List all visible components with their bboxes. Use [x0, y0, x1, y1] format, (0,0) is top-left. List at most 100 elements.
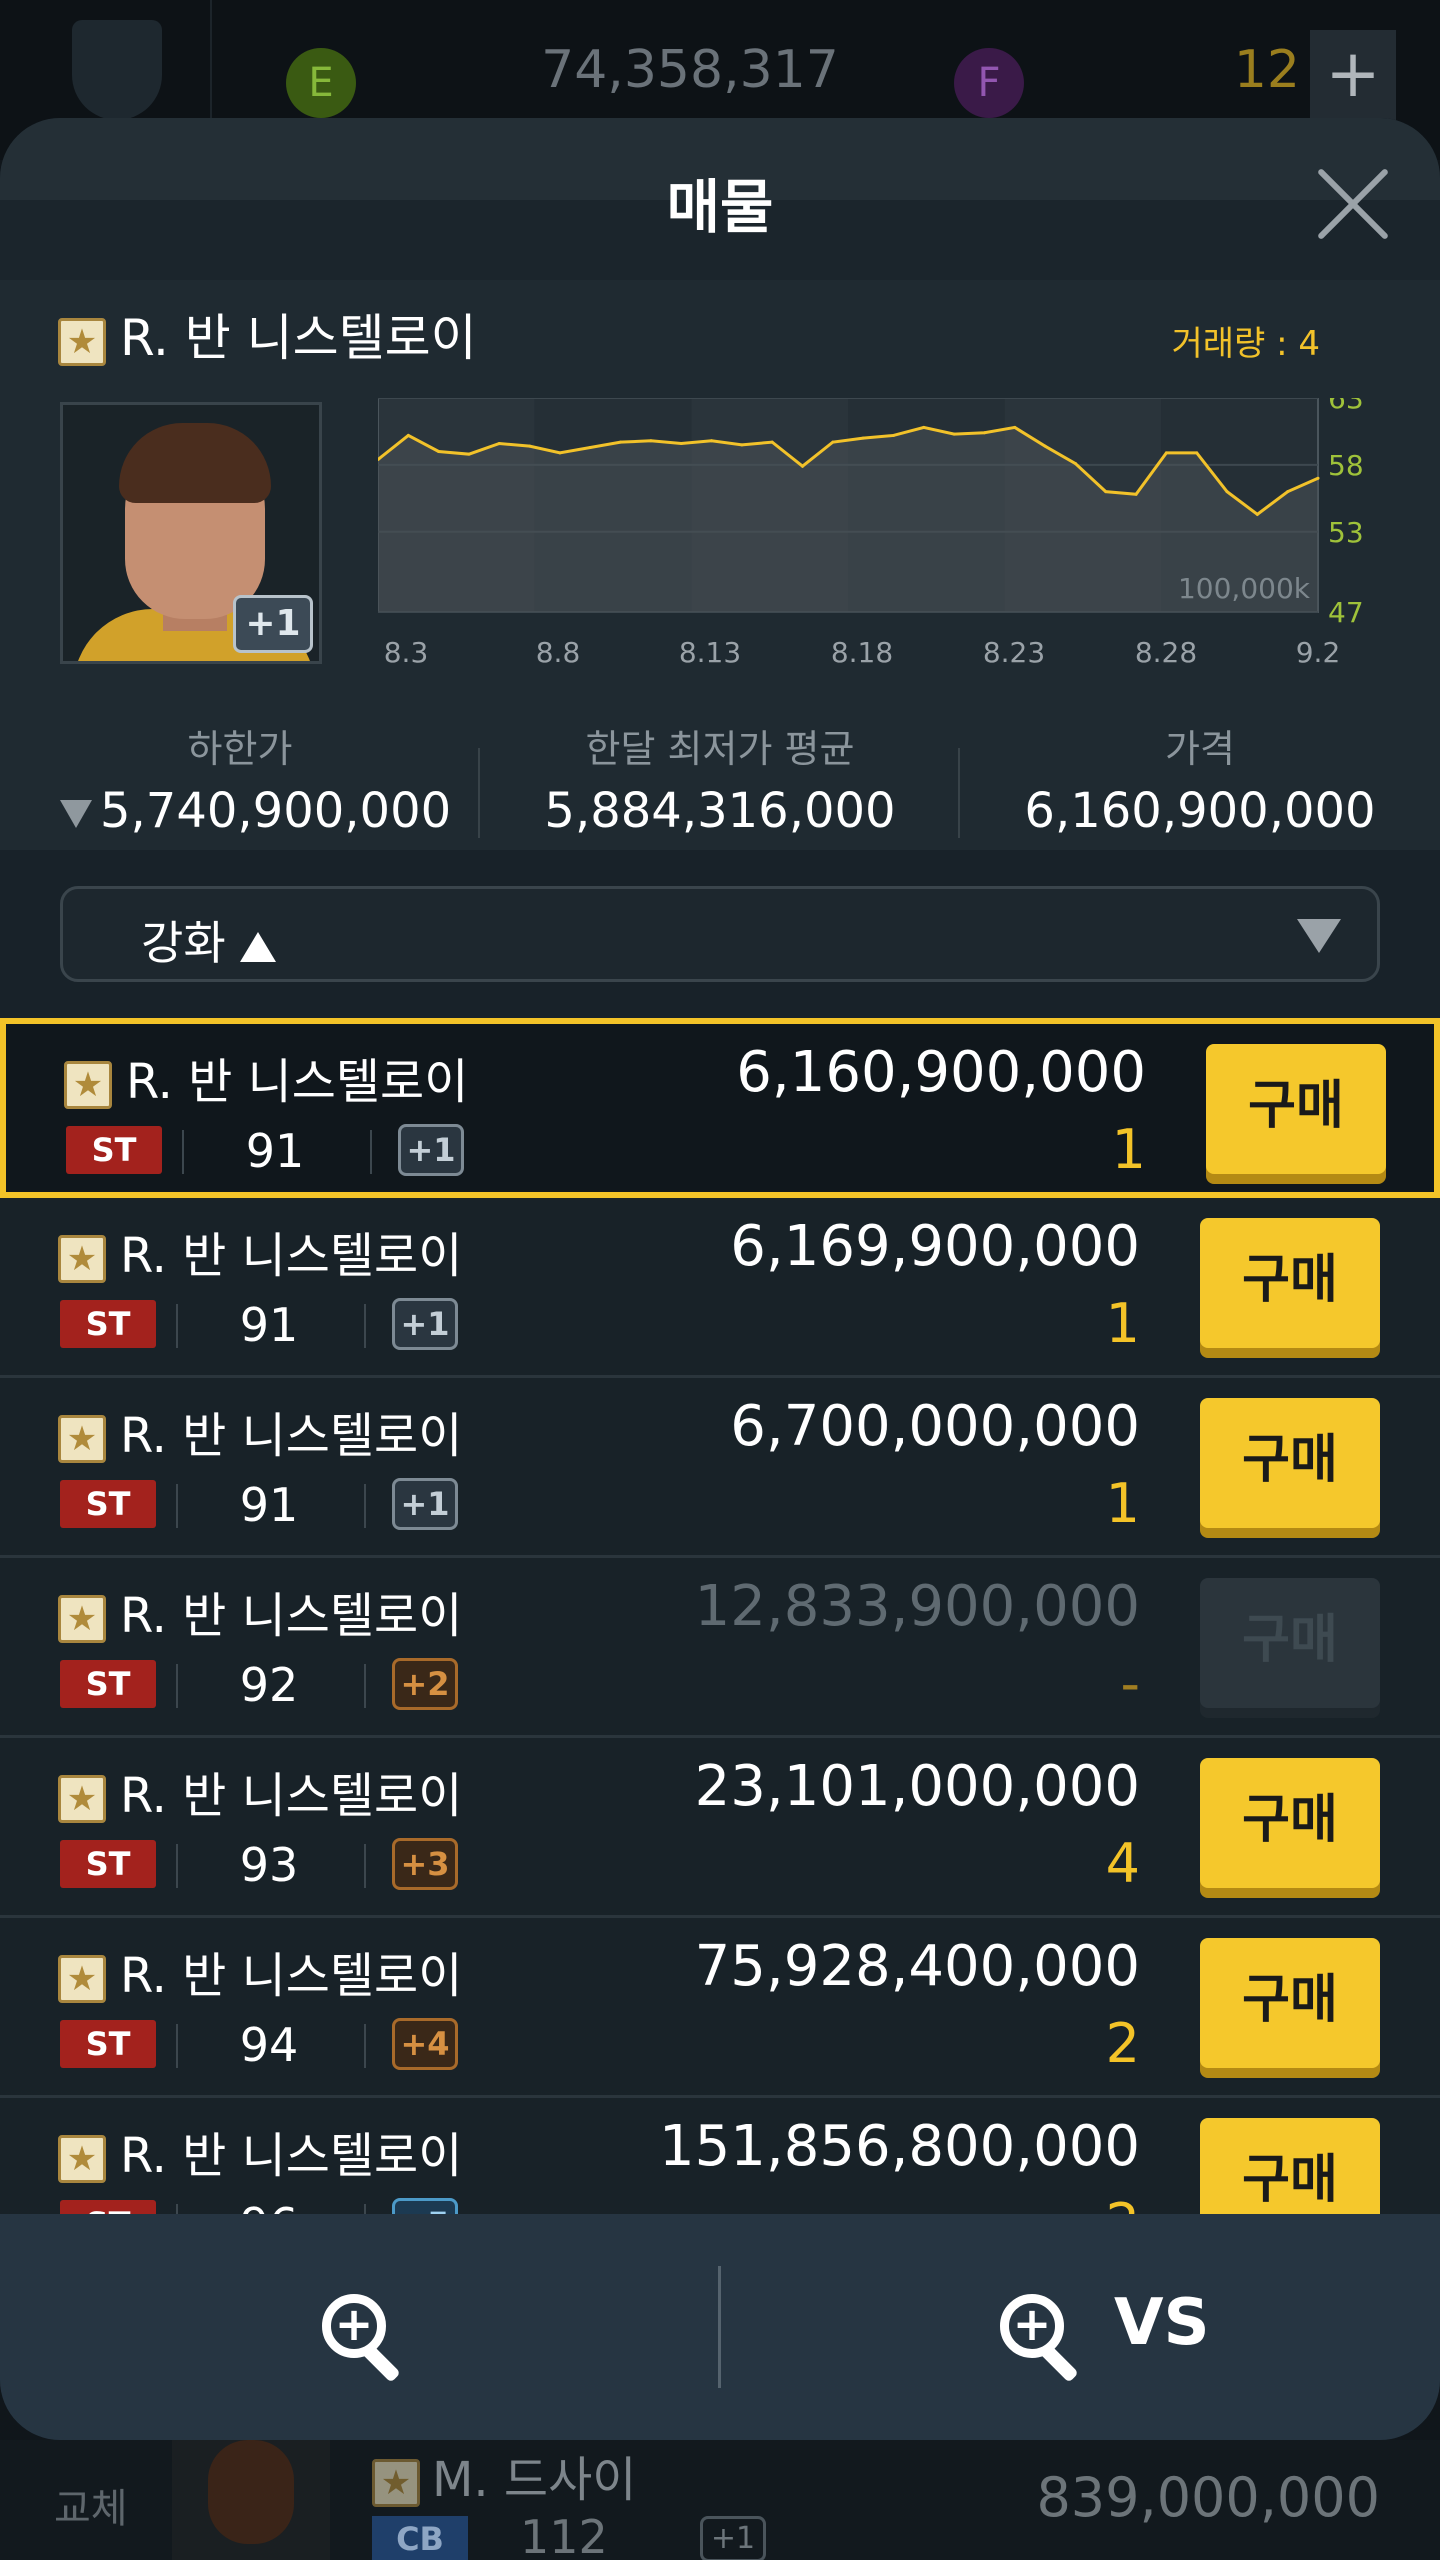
price-value: 6,160,900,000 — [1024, 783, 1376, 839]
star-card-icon — [58, 1955, 106, 2003]
manager-avatar-icon[interactable] — [72, 20, 162, 120]
overall-rating: 91 — [245, 1124, 305, 1178]
star-card-icon — [64, 1061, 112, 1109]
price-chart: 100,000k 63 58 53 47 8.3 8.8 8.13 8.18 8.23 8.28 9.… — [378, 398, 1378, 728]
substitute-price: 839,000,000 — [1036, 2466, 1380, 2529]
listing-name-text: R. 반 니스텔로이 — [120, 1948, 463, 2004]
buy-button[interactable]: 구매 — [1200, 1758, 1380, 1888]
overall-rating: 92 — [239, 1658, 299, 1712]
chart-y-tick: 58 — [1328, 449, 1364, 482]
buy-button[interactable]: 구매 — [1206, 1044, 1386, 1174]
position-badge: ST — [66, 1126, 162, 1174]
enhance-badge: +5 — [392, 2198, 458, 2214]
player-info-panel: R. 반 니스텔로이 거래량 : 4 +1 100,000k 63 58 53 47 8.… — [0, 280, 1440, 850]
star-card-icon — [58, 1235, 106, 1283]
modal-header: 매물 — [0, 118, 1440, 280]
listing-name: R. 반 니스텔로이 — [58, 1576, 462, 1646]
chart-point — [1255, 512, 1259, 516]
enhance-badge: +2 — [392, 1658, 458, 1710]
chart-point — [1195, 451, 1199, 455]
sort-label-text: 강화 — [141, 916, 226, 970]
listing-row[interactable]: R. 반 니스텔로이 ST 93 +3 23,101,000,000 4 구매 — [0, 1738, 1440, 1918]
listing-quantity: 1 — [1105, 1472, 1140, 1535]
listing-quantity: - — [1120, 1652, 1141, 1715]
star-card-icon — [372, 2459, 420, 2507]
substitute-portrait — [172, 2440, 330, 2560]
buy-button[interactable]: 구매 — [1200, 2118, 1380, 2214]
e-currency-icon: E — [286, 48, 356, 118]
chart-point — [497, 441, 501, 445]
floor-price-value: 5,740,900,000 — [60, 783, 451, 839]
chart-x-tick: 8.13 — [679, 636, 741, 669]
chart-point — [528, 444, 532, 448]
star-card-icon — [58, 1595, 106, 1643]
listing-price: 151,856,800,000 — [659, 2114, 1140, 2179]
chart-x-tick: 8.3 — [384, 636, 429, 669]
chart-point — [558, 451, 562, 455]
listing-price: 12,833,900,000 — [694, 1574, 1140, 1639]
chart-point — [1164, 451, 1168, 455]
chart-point — [1104, 490, 1108, 494]
player-portrait: +1 — [60, 402, 322, 664]
add-currency-button[interactable]: + — [1310, 30, 1396, 120]
substitute-name-text: M. 드사이 — [432, 2452, 637, 2508]
buy-button[interactable]: 구매 — [1200, 1938, 1380, 2068]
down-arrow-icon — [60, 800, 92, 828]
listing-row[interactable]: R. 반 니스텔로이 ST 91 +1 6,700,000,000 1 구매 — [0, 1378, 1440, 1558]
sort-dropdown[interactable]: 강화 — [60, 886, 1380, 982]
chart-point — [922, 425, 926, 429]
zoom-button[interactable] — [0, 2214, 718, 2440]
chart-unit-label: 100,000k — [1178, 572, 1311, 605]
chart-point — [1225, 490, 1229, 494]
listing-name-text: R. 반 니스텔로이 — [120, 1768, 463, 1824]
floor-price-stat: 하한가 5,740,900,000 — [60, 718, 451, 839]
zoom-handle — [1039, 2343, 1079, 2383]
enhance-badge: +1 — [233, 595, 313, 653]
stat-divider — [958, 748, 960, 838]
chart-y-tick: 63 — [1328, 398, 1364, 415]
listing-row[interactable]: R. 반 니스텔로이 ST 91 +1 6,169,900,000 1 구매 — [0, 1198, 1440, 1378]
chart-point — [1134, 492, 1138, 496]
listing-row[interactable]: R. 반 니스텔로이 ST 96 +5 151,856,800,000 2 구매 — [0, 2098, 1440, 2214]
substitute-row: 교체 M. 드사이 CB 112 +1 839,000,000 — [0, 2440, 1440, 2560]
chart-point — [1013, 425, 1017, 429]
sort-ascending-icon — [239, 931, 276, 962]
chart-point — [406, 433, 410, 437]
listing-name: R. 반 니스텔로이 — [58, 2116, 462, 2186]
chart-point — [891, 433, 895, 437]
chart-point — [437, 450, 441, 453]
chart-x-tick: 8.23 — [983, 636, 1045, 669]
position-badge: ST — [60, 1300, 156, 1348]
buy-button[interactable]: 구매 — [1200, 1398, 1380, 1528]
enhance-badge: +1 — [700, 2516, 766, 2560]
overall-rating: 91 — [239, 1298, 299, 1352]
monthly-avg-stat: 한달 최저가 평균 5,884,316,000 — [500, 718, 940, 839]
chart-x-tick: 8.18 — [831, 636, 893, 669]
listing-row[interactable]: R. 반 니스텔로이 ST 94 +4 75,928,400,000 2 구매 — [0, 1918, 1440, 2098]
chart-point — [831, 440, 835, 444]
listing-list[interactable]: R. 반 니스텔로이 ST 91 +1 6,160,900,000 1 구매 R… — [0, 1018, 1440, 2214]
chart-y-tick: 47 — [1328, 596, 1364, 629]
chart-point — [710, 439, 714, 443]
listing-name-text: R. 반 니스텔로이 — [126, 1054, 469, 1110]
f-currency-icon: F — [954, 48, 1024, 118]
listing-quantity: 2 — [900, 2192, 1140, 2214]
chart-point — [1286, 490, 1290, 494]
listings-modal: 매물 R. 반 니스텔로이 거래량 : 4 +1 100,000k 63 58 53 4… — [0, 118, 1440, 2440]
money-amount: 74,358,317 — [541, 40, 839, 100]
chevron-down-icon[interactable] — [1297, 919, 1341, 953]
price-stats: 하한가 5,740,900,000 한달 최저가 평균 5,884,316,00… — [0, 718, 1440, 848]
compare-vs-button[interactable]: VS — [722, 2214, 1440, 2440]
listing-name: R. 반 니스텔로이 — [58, 1216, 462, 1286]
listing-row[interactable]: R. 반 니스텔로이 ST 91 +1 6,160,900,000 1 구매 — [0, 1018, 1440, 1198]
listing-row[interactable]: R. 반 니스텔로이 ST 92 +2 12,833,900,000 - 구매 — [0, 1558, 1440, 1738]
substitute-label: 교체 — [54, 2486, 128, 2532]
close-icon[interactable] — [1312, 164, 1392, 244]
floor-price-number: 5,740,900,000 — [100, 783, 452, 839]
enhance-badge: +4 — [392, 2018, 458, 2070]
enhance-badge: +1 — [392, 1478, 458, 1530]
bar-divider — [718, 2266, 721, 2388]
buy-button-disabled[interactable]: 구매 — [1200, 1578, 1380, 1708]
overall-rating: 112 — [520, 2510, 608, 2560]
buy-button[interactable]: 구매 — [1200, 1218, 1380, 1348]
